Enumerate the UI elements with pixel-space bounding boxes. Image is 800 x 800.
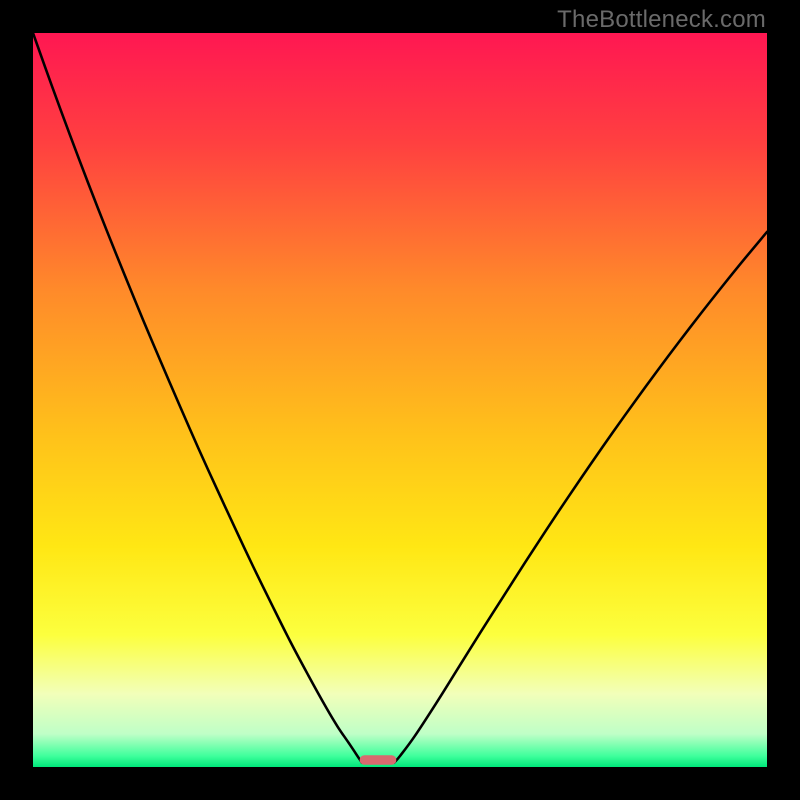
bottom-marker <box>360 755 397 765</box>
watermark-text: TheBottleneck.com <box>557 6 766 34</box>
plot-area <box>33 33 767 767</box>
right-curve <box>394 232 767 763</box>
outer-frame: TheBottleneck.com <box>0 0 800 800</box>
curves-layer <box>33 33 767 767</box>
left-curve <box>33 33 362 763</box>
